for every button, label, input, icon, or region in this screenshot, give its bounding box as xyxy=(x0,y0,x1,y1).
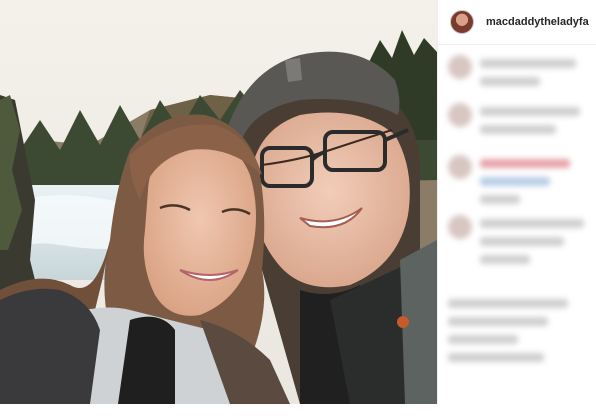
blurred-text xyxy=(480,77,540,86)
post-header: macdaddytheladyfa xyxy=(438,0,596,45)
comments-list xyxy=(438,45,596,403)
blurred-text xyxy=(480,195,520,204)
blurred-text xyxy=(480,125,556,134)
blurred-avatar-icon xyxy=(448,103,472,127)
username-link[interactable]: macdaddytheladyfa xyxy=(486,16,589,28)
blurred-text xyxy=(480,219,584,228)
blurred-text xyxy=(448,335,518,344)
post-photo[interactable] xyxy=(0,0,437,404)
blurred-avatar-icon xyxy=(448,215,472,239)
blurred-text xyxy=(448,317,548,326)
blurred-avatar-icon xyxy=(448,155,472,179)
selfie-image xyxy=(0,0,437,404)
blurred-text xyxy=(480,255,530,264)
blurred-text xyxy=(480,237,564,246)
blurred-text xyxy=(448,299,568,308)
blurred-text xyxy=(480,107,580,116)
post-sidebar: macdaddytheladyfa xyxy=(437,0,596,404)
blurred-text xyxy=(480,159,570,168)
blurred-text xyxy=(480,177,550,186)
blurred-text xyxy=(448,353,544,362)
blurred-text xyxy=(480,59,576,68)
bottom-edge xyxy=(0,404,596,420)
instagram-post-window: macdaddytheladyfa xyxy=(0,0,596,420)
profile-avatar-icon[interactable] xyxy=(450,10,474,34)
blurred-avatar-icon xyxy=(448,55,472,79)
